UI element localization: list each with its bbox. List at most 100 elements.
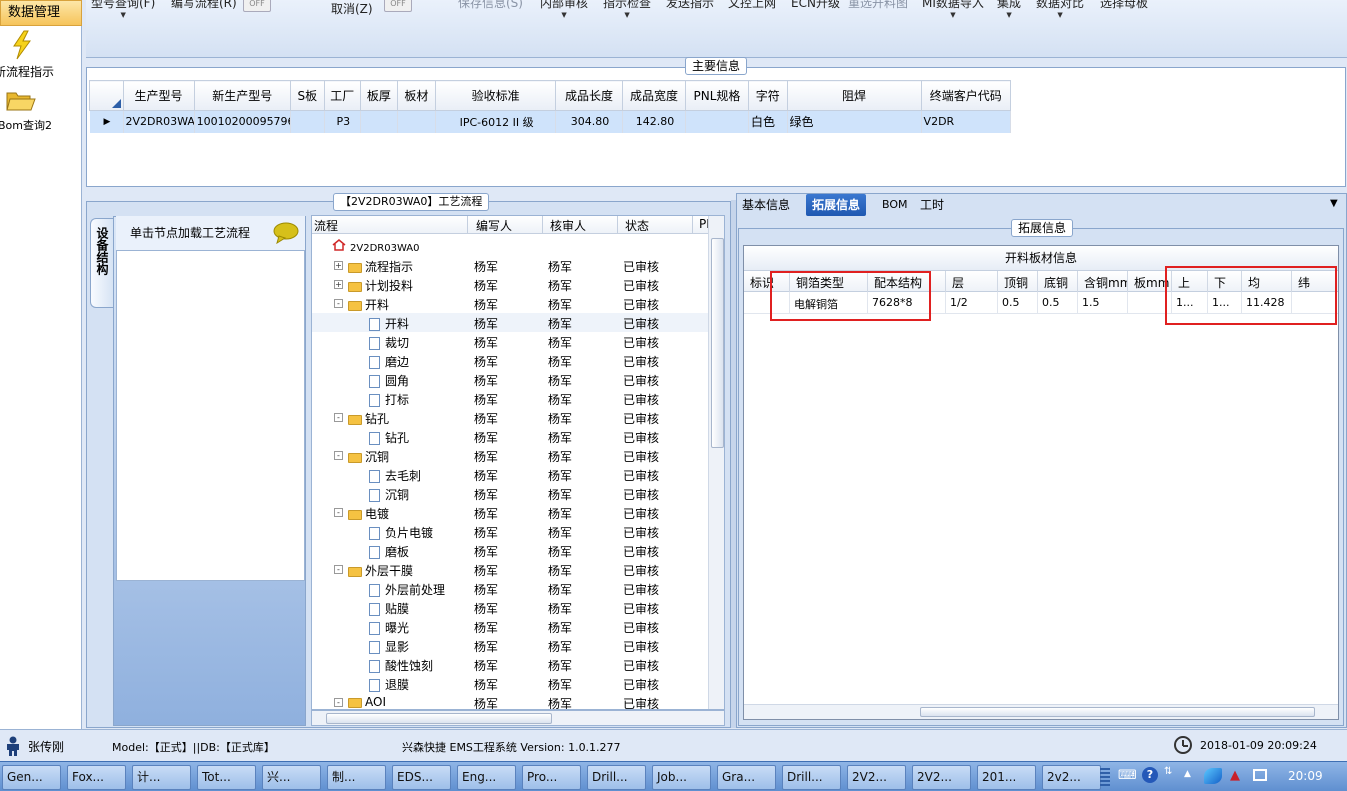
column-header[interactable]: 状态	[625, 217, 649, 234]
tree-row[interactable]: - 电镀 杨军 杨军 已审核	[312, 503, 712, 522]
collapse-icon[interactable]: -	[334, 508, 343, 517]
column-header[interactable]: 成品长度	[555, 80, 624, 111]
tree-row[interactable]: 曝光 杨军 杨军 已审核	[312, 617, 712, 636]
toggle-switch[interactable]: OFF	[243, 0, 271, 12]
column-header[interactable]: 编写人	[476, 217, 512, 234]
column-header[interactable]: 顶铜	[998, 271, 1038, 292]
column-header[interactable]: 验收标准	[435, 80, 557, 111]
chevron-down-icon[interactable]: ▼	[1330, 198, 1338, 209]
taskbar-item[interactable]: 计...	[132, 765, 191, 790]
column-header[interactable]: 层	[946, 271, 998, 292]
tree-node-label[interactable]: 磨板	[369, 543, 409, 560]
tree-node-label[interactable]: 计划投料	[348, 277, 413, 294]
toolbar-mi-import[interactable]: MI数据导入 ▼	[922, 0, 984, 19]
taskbar-item[interactable]: Drill...	[587, 765, 646, 790]
tray-icon[interactable]: ⇅	[1164, 766, 1172, 777]
taskbar-item[interactable]: Pro...	[522, 765, 581, 790]
tree-node-label[interactable]: 显影	[369, 638, 409, 655]
tab-basic-info[interactable]: 基本信息	[736, 194, 796, 216]
collapse-icon[interactable]: -	[334, 299, 343, 308]
tab-work-hours[interactable]: 工时	[914, 194, 950, 216]
taskbar-item[interactable]: 兴...	[262, 765, 321, 790]
tray-app-icon[interactable]: ▲	[1230, 768, 1240, 783]
column-header[interactable]: 流程	[314, 217, 338, 234]
toolbar-model-query[interactable]: 型号查询(F) ▼	[91, 0, 155, 19]
tree-row[interactable]: 贴膜 杨军 杨军 已审核	[312, 598, 712, 617]
monitor-icon[interactable]	[1253, 769, 1267, 781]
vertical-scrollbar[interactable]	[708, 216, 724, 709]
tree-node-label[interactable]: 2V2DR03WA0	[332, 239, 419, 254]
tree-node-label[interactable]: 退膜	[369, 676, 409, 693]
tree-node-label[interactable]: 打标	[369, 391, 409, 408]
toolbar-check[interactable]: 指示检查 ▼	[603, 0, 651, 19]
tree-node-label[interactable]: 曝光	[369, 619, 409, 636]
tree-row[interactable]: 裁切 杨军 杨军 已审核	[312, 332, 712, 351]
expand-icon[interactable]: +	[334, 261, 343, 270]
sidebar-title[interactable]: 数据管理	[0, 0, 82, 26]
tree-node-label[interactable]: 钻孔	[369, 429, 409, 446]
tree-node-label[interactable]: 流程指示	[348, 258, 413, 275]
taskbar-item[interactable]: Tot...	[197, 765, 256, 790]
toolbar-cancel[interactable]: 取消(Z)	[331, 0, 373, 17]
table-row[interactable]: ▶ 2V2DR03WA0 10010200095796 P3 IPC-6012 …	[89, 110, 1012, 133]
column-header[interactable]: S板	[290, 80, 325, 111]
expand-icon[interactable]: +	[334, 280, 343, 289]
tree-row[interactable]: 沉铜 杨军 杨军 已审核	[312, 484, 712, 503]
toolbar-send[interactable]: 发送指示	[666, 0, 714, 11]
toolbar-edit-flow[interactable]: 编写流程(R)	[171, 0, 237, 11]
taskbar-item[interactable]: EDS...	[392, 765, 451, 790]
column-header[interactable]: 板材	[396, 80, 437, 111]
toolbar-doc-online[interactable]: 文控上网	[728, 0, 776, 11]
folder-open-icon[interactable]	[6, 88, 36, 112]
collapse-icon[interactable]: -	[334, 698, 343, 707]
tree-node-label[interactable]: 圆角	[369, 372, 409, 389]
taskbar-item[interactable]: Gra...	[717, 765, 776, 790]
tree-row[interactable]: 2V2DR03WA0	[312, 237, 712, 256]
collapse-icon[interactable]: -	[334, 413, 343, 422]
splitter[interactable]	[306, 216, 310, 726]
toolbar-internal-review[interactable]: 内部审核 ▼	[540, 0, 588, 19]
toolbar-ecn[interactable]: ECN升级	[791, 0, 840, 11]
taskbar-item[interactable]: 2v2...	[1042, 765, 1101, 790]
toolbar-integrate[interactable]: 集成 ▼	[997, 0, 1021, 19]
tree-row[interactable]: + 计划投料 杨军 杨军 已审核	[312, 275, 712, 294]
toolbar-reselect[interactable]: 重选开料图	[848, 0, 908, 11]
tree-row[interactable]: - AOI 杨军 杨军 已审核	[312, 693, 712, 709]
tree-row[interactable]: 退膜 杨军 杨军 已审核	[312, 674, 712, 693]
scroll-thumb[interactable]	[711, 238, 724, 448]
column-header[interactable]: 字符	[747, 80, 788, 111]
tree-row[interactable]: - 钻孔 杨军 杨军 已审核	[312, 408, 712, 427]
tree-node-label[interactable]: 电镀	[348, 505, 389, 522]
taskbar-item[interactable]: 2V2...	[847, 765, 906, 790]
taskbar-item[interactable]: 制...	[327, 765, 386, 790]
tree-node-label[interactable]: 酸性蚀刻	[369, 657, 433, 674]
tree-node-label[interactable]: 外层前处理	[369, 581, 445, 598]
taskbar-item[interactable]: Drill...	[782, 765, 841, 790]
tree-row[interactable]: 显影 杨军 杨军 已审核	[312, 636, 712, 655]
tab-extended-info[interactable]: 拓展信息	[806, 194, 867, 216]
column-header[interactable]: 阻焊	[786, 80, 922, 111]
network-tray-icon[interactable]	[1204, 768, 1222, 784]
column-header[interactable]: 生产型号	[122, 80, 195, 111]
help-icon[interactable]: ?	[1142, 767, 1158, 783]
side-tab-equipment[interactable]: 设备结构	[90, 218, 113, 308]
column-header[interactable]: PNL规格	[684, 80, 749, 111]
tree-row[interactable]: - 外层干膜 杨军 杨军 已审核	[312, 560, 712, 579]
tree-node-label[interactable]: 外层干膜	[348, 562, 413, 579]
column-header[interactable]: 底铜	[1038, 271, 1078, 292]
tree-row[interactable]: - 沉铜 杨军 杨军 已审核	[312, 446, 712, 465]
tree-node-label[interactable]: 开料	[348, 296, 389, 313]
tree-row[interactable]: - 开料 杨军 杨军 已审核	[312, 294, 712, 313]
taskbar-item[interactable]: Gen...	[2, 765, 61, 790]
collapse-icon[interactable]: -	[334, 451, 343, 460]
sidebar-item-flow[interactable]: 新流程指示	[0, 63, 76, 80]
tree-node-label[interactable]: 贴膜	[369, 600, 409, 617]
tree-node-label[interactable]: 沉铜	[348, 448, 389, 465]
clock-time[interactable]: 20:09	[1288, 769, 1323, 783]
lightning-icon[interactable]	[10, 30, 34, 60]
scroll-thumb[interactable]	[326, 713, 552, 724]
tree-node-label[interactable]: 裁切	[369, 334, 409, 351]
tree-row[interactable]: 磨板 杨军 杨军 已审核	[312, 541, 712, 560]
tree-row[interactable]: 去毛刺 杨军 杨军 已审核	[312, 465, 712, 484]
column-header[interactable]: 终端客户代码	[920, 80, 1012, 111]
